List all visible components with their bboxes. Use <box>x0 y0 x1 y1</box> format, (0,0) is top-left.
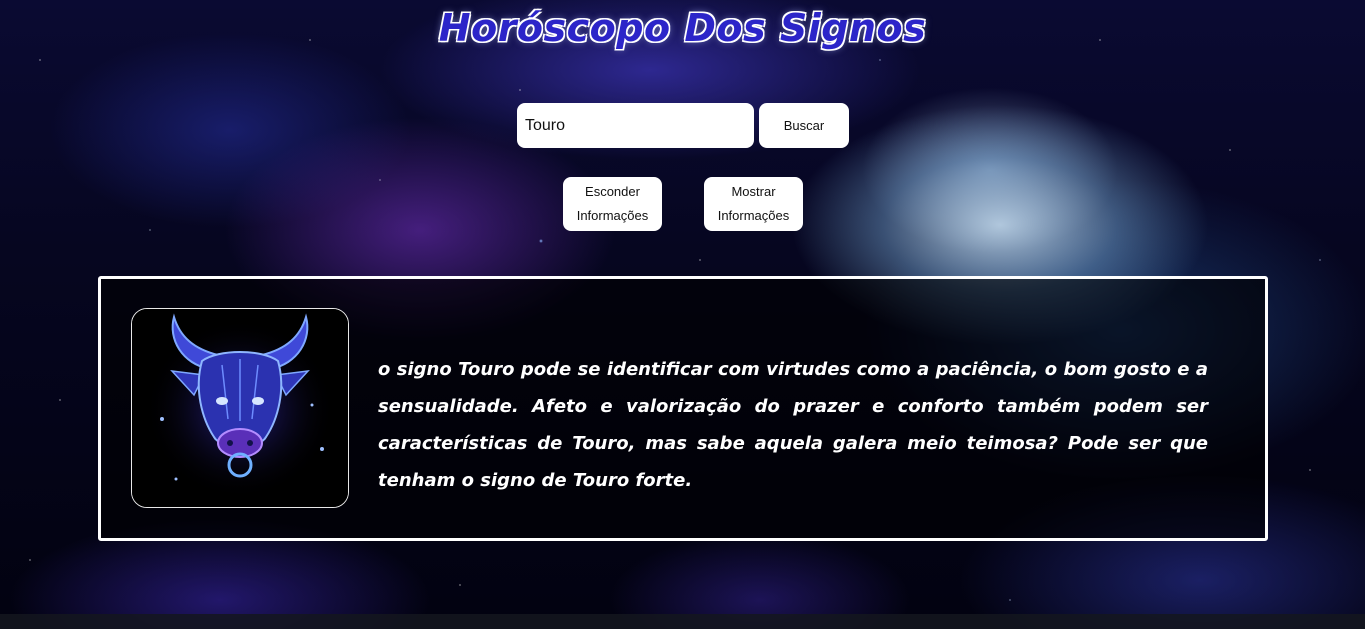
sign-description: o signo Touro pode se identificar com vi… <box>378 359 1208 491</box>
sign-search-input[interactable] <box>517 103 754 148</box>
page-title: Horóscopo Dos Signos <box>438 6 927 50</box>
search-button[interactable]: Buscar <box>759 103 849 148</box>
hide-info-button[interactable]: Esconder Informações <box>563 177 662 231</box>
footer-bar <box>0 614 1365 629</box>
show-info-button[interactable]: Mostrar Informações <box>704 177 803 231</box>
sign-info-panel: o signo Touro pode se identificar com vi… <box>98 276 1268 541</box>
taurus-bull-icon <box>131 308 349 508</box>
